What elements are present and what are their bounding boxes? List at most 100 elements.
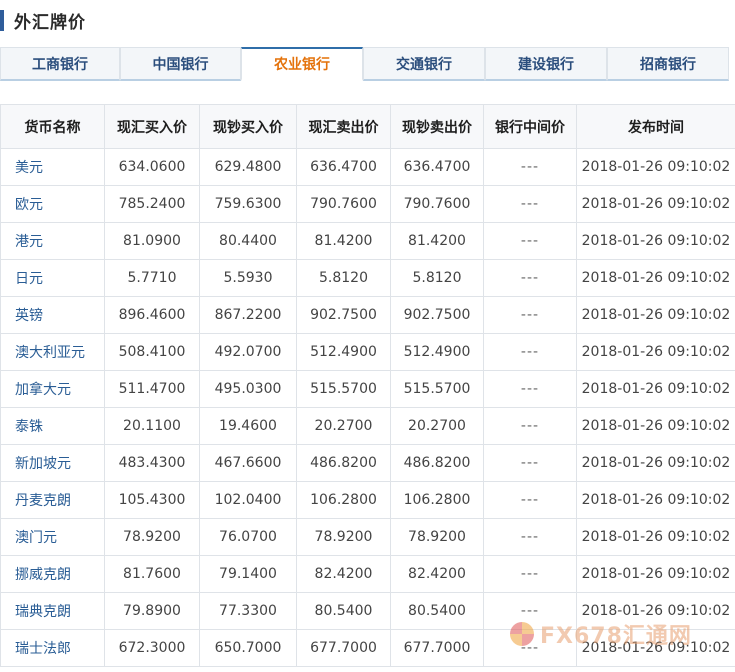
table-row: 泰铢 20.1100 19.4600 20.2700 20.2700 --- 2018-01…: [0, 407, 735, 445]
cash-sell-price: 81.4200: [390, 222, 484, 260]
table-body: 美元 634.0600 629.4800 636.4700 636.4700 --- 201…: [0, 148, 735, 667]
middle-rate: ---: [483, 370, 577, 408]
cash-sell-price: 82.4200: [390, 555, 484, 593]
middle-rate: ---: [483, 518, 577, 556]
cash-buy-price: 867.2200: [199, 296, 297, 334]
spot-sell-price: 636.4700: [296, 148, 391, 186]
title-accent-bar: [0, 10, 4, 31]
cash-sell-price: 515.5700: [390, 370, 484, 408]
watermark: FX678汇通网: [510, 618, 692, 650]
currency-name[interactable]: 瑞士法郎: [0, 629, 105, 667]
cash-sell-price: 790.7600: [390, 185, 484, 223]
cash-sell-header: 现钞卖出价: [390, 104, 484, 149]
cash-buy-price: 80.4400: [199, 222, 297, 260]
spot-buy-price: 79.8900: [104, 592, 200, 630]
spot-buy-price: 81.0900: [104, 222, 200, 260]
spot-buy-price: 483.4300: [104, 444, 200, 482]
exchange-rate-table: 货币名称 现汇买入价 现钞买入价 现汇卖出价 现钞卖出价 银行中间价 发布时间 美元 634.…: [0, 104, 735, 667]
tab-icbc[interactable]: 工商银行: [0, 47, 120, 81]
spot-buy-price: 5.7710: [104, 259, 200, 297]
currency-name[interactable]: 日元: [0, 259, 105, 297]
spot-sell-price: 80.5400: [296, 592, 391, 630]
publish-time: 2018-01-26 09:10:02: [576, 370, 735, 408]
cash-buy-price: 19.4600: [199, 407, 297, 445]
publish-time: 2018-01-26 09:10:02: [576, 481, 735, 519]
currency-name[interactable]: 瑞典克朗: [0, 592, 105, 630]
table-row: 美元 634.0600 629.4800 636.4700 636.4700 --- 201…: [0, 148, 735, 186]
spot-buy-header: 现汇买入价: [104, 104, 200, 149]
table-row: 欧元 785.2400 759.6300 790.7600 790.7600 --- 201…: [0, 185, 735, 223]
table-row: 加拿大元 511.4700 495.0300 515.5700 515.5700 --- 2…: [0, 370, 735, 408]
middle-rate: ---: [483, 333, 577, 371]
cash-sell-price: 636.4700: [390, 148, 484, 186]
publish-time: 2018-01-26 09:10:02: [576, 148, 735, 186]
spot-sell-price: 81.4200: [296, 222, 391, 260]
spot-buy-price: 511.4700: [104, 370, 200, 408]
cash-buy-price: 495.0300: [199, 370, 297, 408]
publish-time: 2018-01-26 09:10:02: [576, 407, 735, 445]
bank-tabs: 工商银行 中国银行 农业银行 交通银行 建设银行 招商银行: [0, 47, 735, 83]
tab-boc[interactable]: 中国银行: [120, 47, 241, 81]
table-row: 澳门元 78.9200 76.0700 78.9200 78.9200 --- 2018-0…: [0, 518, 735, 556]
spot-sell-price: 78.9200: [296, 518, 391, 556]
middle-rate: ---: [483, 296, 577, 334]
tab-bocom[interactable]: 交通银行: [363, 47, 485, 81]
currency-name[interactable]: 澳大利亚元: [0, 333, 105, 371]
currency-name[interactable]: 泰铢: [0, 407, 105, 445]
currency-name[interactable]: 新加坡元: [0, 444, 105, 482]
tab-cmb[interactable]: 招商银行: [607, 47, 729, 81]
middle-rate: ---: [483, 407, 577, 445]
cash-buy-price: 467.6600: [199, 444, 297, 482]
publish-time: 2018-01-26 09:10:02: [576, 296, 735, 334]
middle-rate: ---: [483, 444, 577, 482]
cash-buy-price: 650.7000: [199, 629, 297, 667]
table-row: 澳大利亚元 508.4100 492.0700 512.4900 512.4900 ---…: [0, 333, 735, 371]
table-header-row: 货币名称 现汇买入价 现钞买入价 现汇卖出价 现钞卖出价 银行中间价 发布时间: [0, 104, 735, 149]
middle-rate: ---: [483, 481, 577, 519]
cash-buy-price: 759.6300: [199, 185, 297, 223]
table-row: 日元 5.7710 5.5930 5.8120 5.8120 --- 2018-01-26 …: [0, 259, 735, 297]
currency-name[interactable]: 港元: [0, 222, 105, 260]
spot-sell-price: 790.7600: [296, 185, 391, 223]
spot-buy-price: 20.1100: [104, 407, 200, 445]
table-row: 挪威克朗 81.7600 79.1400 82.4200 82.4200 --- 2018-…: [0, 555, 735, 593]
publish-time: 2018-01-26 09:10:02: [576, 518, 735, 556]
spot-sell-price: 106.2800: [296, 481, 391, 519]
cash-sell-price: 677.7000: [390, 629, 484, 667]
cash-sell-price: 486.8200: [390, 444, 484, 482]
publish-time-header: 发布时间: [576, 104, 735, 149]
spot-buy-price: 785.2400: [104, 185, 200, 223]
rate-table-container: 货币名称 现汇买入价 现钞买入价 现汇卖出价 现钞卖出价 银行中间价 发布时间 美元 634.…: [0, 104, 735, 667]
spot-sell-price: 677.7000: [296, 629, 391, 667]
spot-buy-price: 81.7600: [104, 555, 200, 593]
currency-name[interactable]: 美元: [0, 148, 105, 186]
currency-name[interactable]: 加拿大元: [0, 370, 105, 408]
tab-ccb[interactable]: 建设银行: [485, 47, 607, 81]
middle-rate: ---: [483, 222, 577, 260]
table-row: 英镑 896.4600 867.2200 902.7500 902.7500 --- 201…: [0, 296, 735, 334]
middle-rate: ---: [483, 259, 577, 297]
currency-name[interactable]: 英镑: [0, 296, 105, 334]
cash-buy-price: 76.0700: [199, 518, 297, 556]
cash-buy-price: 77.3300: [199, 592, 297, 630]
currency-name[interactable]: 澳门元: [0, 518, 105, 556]
spot-sell-price: 515.5700: [296, 370, 391, 408]
middle-rate: ---: [483, 185, 577, 223]
publish-time: 2018-01-26 09:10:02: [576, 185, 735, 223]
table-row: 丹麦克朗 105.4300 102.0400 106.2800 106.2800 --- 2…: [0, 481, 735, 519]
spot-sell-price: 82.4200: [296, 555, 391, 593]
middle-rate: ---: [483, 555, 577, 593]
currency-name[interactable]: 欧元: [0, 185, 105, 223]
spot-buy-price: 508.4100: [104, 333, 200, 371]
currency-name[interactable]: 挪威克朗: [0, 555, 105, 593]
publish-time: 2018-01-26 09:10:02: [576, 222, 735, 260]
cash-buy-price: 629.4800: [199, 148, 297, 186]
spot-buy-price: 105.4300: [104, 481, 200, 519]
cash-sell-price: 902.7500: [390, 296, 484, 334]
middle-rate: ---: [483, 148, 577, 186]
tab-abc[interactable]: 农业银行: [241, 47, 363, 81]
currency-name-header: 货币名称: [0, 104, 105, 149]
spot-sell-price: 5.8120: [296, 259, 391, 297]
currency-name[interactable]: 丹麦克朗: [0, 481, 105, 519]
cash-buy-price: 79.1400: [199, 555, 297, 593]
